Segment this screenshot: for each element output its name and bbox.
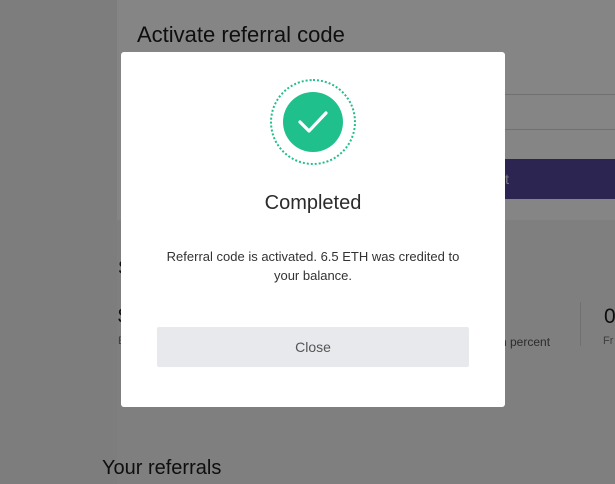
close-button[interactable]: Close — [157, 327, 469, 367]
completed-dialog: Completed Referral code is activated. 6.… — [121, 52, 505, 407]
dialog-title: Completed — [264, 192, 362, 214]
dialog-message: Referral code is activated. 6.5 ETH was … — [166, 249, 460, 283]
checkmark-icon — [298, 111, 328, 133]
success-status-ring — [270, 79, 356, 165]
success-status-circle — [283, 92, 343, 152]
